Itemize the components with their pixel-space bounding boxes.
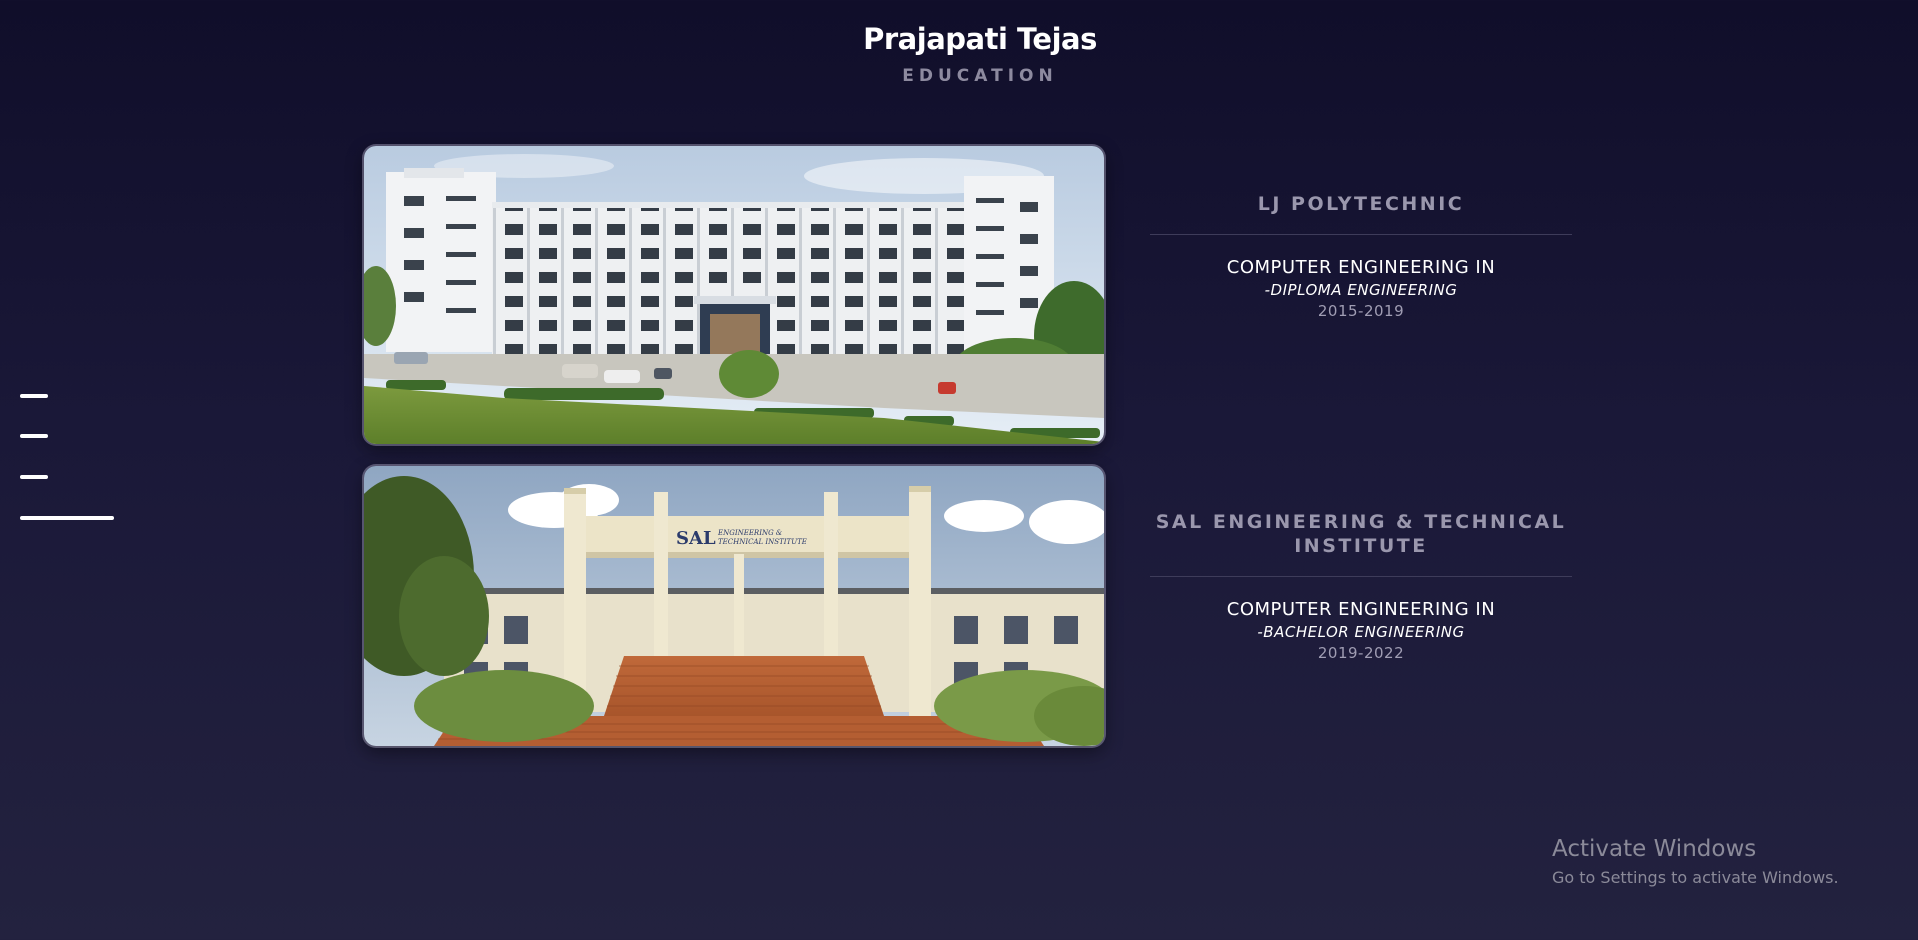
windows-activation-watermark: Activate Windows Go to Settings to activ… [1552, 836, 1839, 887]
nav-item-1[interactable] [20, 394, 48, 398]
nav-item-active[interactable] [20, 516, 114, 520]
page-header: Prajapati Tejas EDUCATION [0, 22, 1918, 86]
college-building-photo [364, 146, 1104, 444]
page-title: Prajapati Tejas [863, 22, 1097, 56]
institution-name: SAL ENGINEERING & TECHNICAL INSTITUTE [1155, 511, 1567, 557]
sign-text: SAL [676, 528, 716, 549]
nav-item-2[interactable] [20, 434, 48, 438]
institute-entrance-photo: SAL ENGINEERING & TECHNICAL INSTITUTE [364, 466, 1104, 746]
section-title: EDUCATION [902, 66, 1058, 86]
degree-title: COMPUTER ENGINEERING IN [1226, 599, 1496, 620]
study-years: 2015-2019 [1317, 302, 1405, 320]
education-card-1-info: LJ POLYTECHNIC COMPUTER ENGINEERING IN -… [1150, 192, 1572, 320]
sign-subtext-2: TECHNICAL INSTITUTE [718, 538, 807, 546]
divider [1150, 234, 1572, 235]
study-years: 2019-2022 [1317, 644, 1405, 662]
divider [1150, 576, 1572, 577]
education-card-1-image [364, 146, 1104, 444]
nav-item-3[interactable] [20, 475, 48, 479]
sign-subtext-1: ENGINEERING & [717, 529, 782, 537]
watermark-subtitle: Go to Settings to activate Windows. [1552, 868, 1839, 887]
program-name: -BACHELOR ENGINEERING [1257, 623, 1465, 641]
program-name: -DIPLOMA ENGINEERING [1264, 281, 1458, 299]
education-card-2-info: SAL ENGINEERING & TECHNICAL INSTITUTE CO… [1150, 510, 1572, 662]
institution-name: LJ POLYTECHNIC [1257, 193, 1465, 215]
degree-title: COMPUTER ENGINEERING IN [1226, 257, 1496, 278]
watermark-title: Activate Windows [1552, 836, 1757, 862]
education-card-2-image: SAL ENGINEERING & TECHNICAL INSTITUTE [364, 466, 1104, 746]
